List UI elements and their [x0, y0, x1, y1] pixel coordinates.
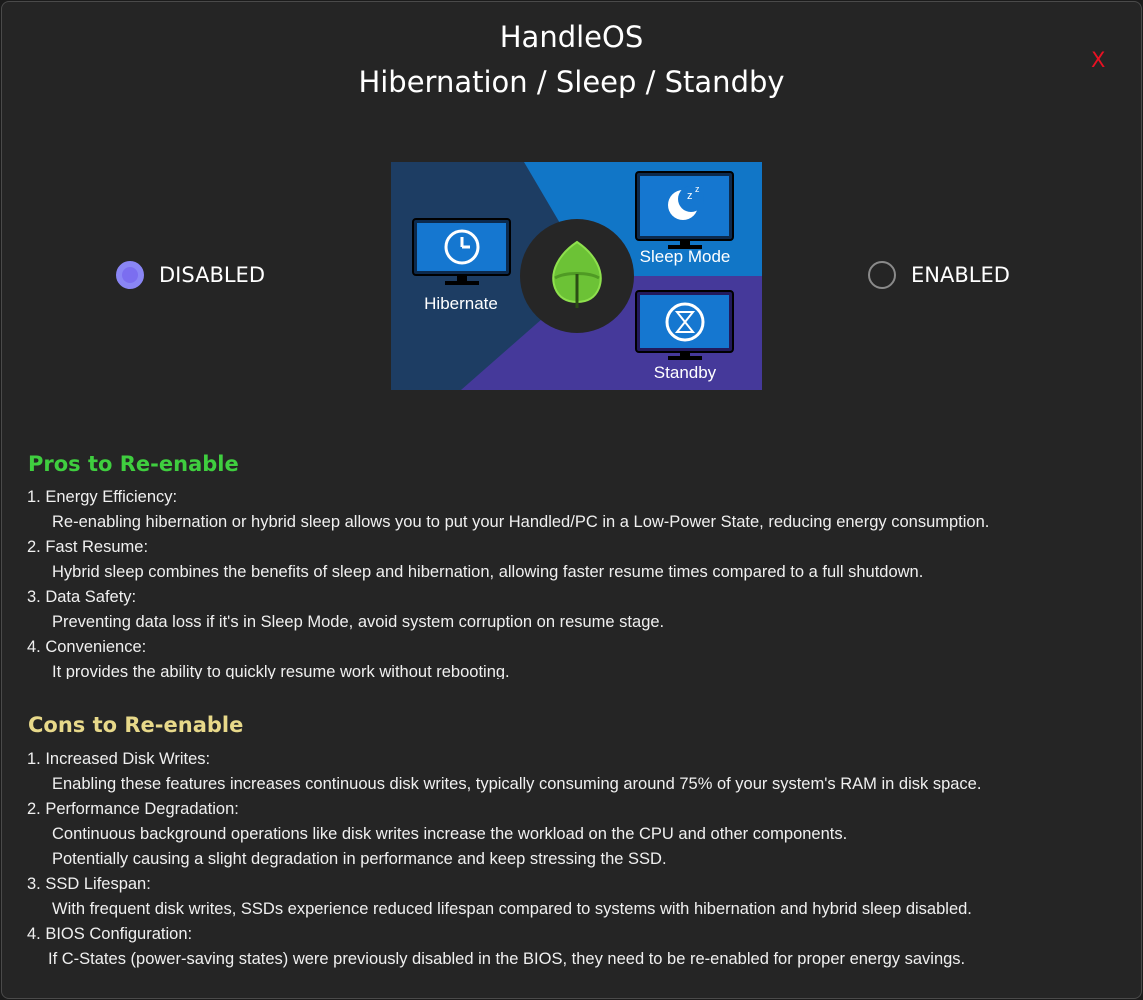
- list-item-detail: It provides the ability to quickly resum…: [52, 663, 510, 679]
- standby-label: Standby: [654, 363, 717, 382]
- enabled-radio-button[interactable]: [868, 261, 896, 289]
- enabled-radio-label[interactable]: ENABLED: [911, 263, 1010, 287]
- list-item-heading: 2. Fast Resume:: [27, 538, 149, 556]
- close-button[interactable]: X: [1091, 48, 1105, 72]
- disabled-radio-button[interactable]: [116, 261, 144, 289]
- app-title: HandleOS: [499, 20, 644, 54]
- list-item-detail: Enabling these features increases contin…: [52, 775, 982, 793]
- power-states-illustration: Hibernate z z Sleep Mode Standby: [391, 162, 762, 390]
- dialog-window: HandleOS Hibernation / Sleep / Standby X…: [1, 1, 1142, 999]
- sleep-mode-label: Sleep Mode: [640, 247, 731, 266]
- list-item-detail: Preventing data loss if it's in Sleep Mo…: [52, 613, 665, 631]
- list-item-heading: 3. Data Safety:: [27, 588, 137, 606]
- list-item-heading: 2. Performance Degradation:: [27, 800, 239, 818]
- list-item-detail: With frequent disk writes, SSDs experien…: [52, 900, 972, 918]
- list-item-detail: Re-enabling hibernation or hybrid sleep …: [52, 513, 990, 531]
- standby-monitor-icon: [635, 290, 734, 360]
- enabled-radio-option[interactable]: ENABLED: [868, 261, 1010, 289]
- svg-text:z: z: [695, 184, 700, 194]
- hibernate-monitor-icon: [412, 218, 511, 285]
- hibernate-label: Hibernate: [424, 294, 498, 313]
- cons-list: 1. Increased Disk Writes: Enabling these…: [27, 747, 981, 972]
- list-item-detail: Continuous background operations like di…: [52, 825, 848, 843]
- list-item-heading: 3. SSD Lifespan:: [27, 875, 151, 893]
- list-item-heading: 4. Convenience:: [27, 638, 147, 656]
- list-item-detail: If C-States (power-saving states) were p…: [48, 950, 966, 968]
- list-item-detail: Hybrid sleep combines the benefits of sl…: [52, 563, 924, 581]
- dialog-title: Hibernation / Sleep / Standby: [358, 65, 785, 99]
- svg-text:z: z: [687, 190, 693, 202]
- list-item-heading: 1. Increased Disk Writes:: [27, 750, 211, 768]
- list-item-heading: 4. BIOS Configuration:: [27, 925, 193, 943]
- pros-list: 1. Energy Efficiency: Re-enabling hibern…: [27, 485, 989, 679]
- list-item-heading: 1. Energy Efficiency:: [27, 488, 178, 506]
- disabled-radio-option[interactable]: DISABLED: [116, 261, 265, 289]
- list-item-detail: Potentially causing a slight degradation…: [52, 850, 667, 868]
- leaf-icon: [520, 219, 634, 333]
- cons-heading: Cons to Re-enable: [28, 713, 244, 737]
- disabled-radio-label[interactable]: DISABLED: [159, 263, 265, 287]
- pros-heading: Pros to Re-enable: [28, 452, 239, 476]
